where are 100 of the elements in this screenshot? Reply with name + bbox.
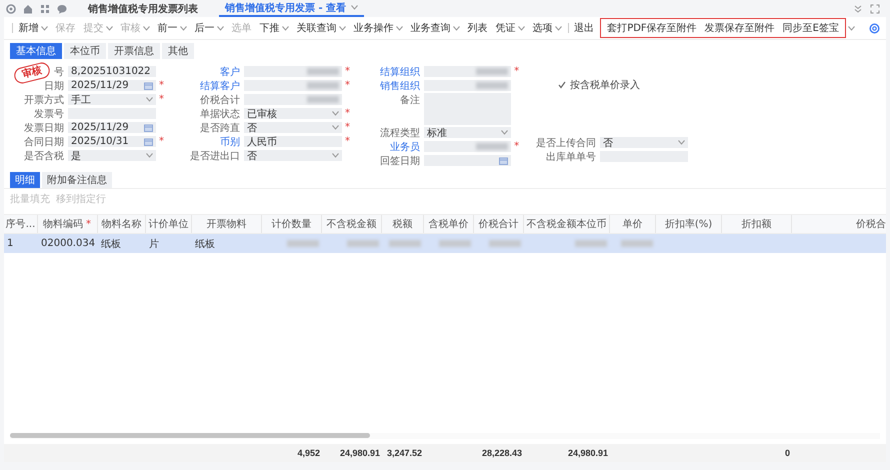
toolbar-button[interactable]: 新增 (14, 19, 52, 37)
field-label: 发票日期 (24, 122, 64, 134)
settings-icon[interactable] (869, 22, 880, 34)
input-field[interactable] (424, 66, 512, 77)
toolbar-button[interactable]: 下推 (256, 19, 293, 37)
caret-icon (396, 26, 403, 30)
field-label: 流程类型 (380, 126, 420, 140)
select-field[interactable]: 否 (600, 137, 688, 148)
checkbox-label: 按含税单价录入 (570, 78, 640, 92)
select-field[interactable]: 否 (244, 122, 342, 133)
field-label: 开票方式 (24, 94, 64, 106)
caret-icon (338, 26, 346, 30)
blurred-value (476, 68, 508, 75)
toolbar-button[interactable]: 套打PDF保存至附件 (603, 19, 701, 37)
table-cell-text: 纸板 (100, 238, 122, 252)
date-field[interactable] (424, 155, 512, 166)
blurred-value (476, 143, 508, 150)
caret-icon (216, 26, 224, 30)
required-mark: * (345, 66, 351, 77)
field-label: 是否上传合同 (536, 136, 596, 150)
column-header: 计价单位 (146, 215, 192, 233)
field-label: 出库单单号 (546, 150, 596, 164)
toolbar-button[interactable]: 退出 (570, 19, 598, 37)
caret-icon (554, 26, 562, 30)
date-field[interactable]: 2025/11/29 (68, 122, 156, 133)
apps-icon[interactable] (40, 4, 50, 14)
select-field[interactable]: 否 (244, 150, 342, 161)
column-header: 含税单价 (424, 215, 474, 233)
select-field[interactable]: 已审核 (244, 108, 342, 119)
table-cell-text: 1 (6, 237, 14, 251)
toolbar-button[interactable]: 同步至E签宝 (778, 19, 843, 37)
date-field[interactable]: 2025/10/31 (68, 136, 156, 147)
chevron-icon (848, 26, 855, 30)
toolbar-button[interactable]: 凭证 (492, 19, 529, 37)
required-mark: * (86, 218, 92, 230)
home-icon[interactable] (23, 4, 33, 14)
calendar-icon[interactable] (499, 156, 508, 164)
chat-icon[interactable] (57, 4, 67, 14)
form-tab[interactable]: 其他 (162, 43, 194, 59)
fullscreen-icon[interactable] (870, 4, 880, 14)
calendar-icon[interactable] (144, 82, 153, 90)
collapse-icon[interactable] (853, 4, 863, 14)
field-link[interactable]: 销售组织 (380, 78, 420, 92)
column-header: 计价数量 (262, 215, 322, 233)
column-header: 折扣率(%) (656, 215, 722, 233)
field-label: 合同日期 (24, 136, 64, 148)
required-mark: * (345, 136, 351, 147)
field-link[interactable]: 客户 (220, 64, 240, 78)
calendar-icon[interactable] (144, 124, 153, 132)
table-row[interactable]: 1 02000.034 纸板 片 纸板 (4, 234, 886, 253)
column-header: 价税合计 (474, 215, 524, 233)
input-field[interactable]: 人民币 (244, 136, 342, 147)
select-field[interactable]: 手工 (68, 94, 156, 105)
calendar-icon[interactable] (144, 138, 153, 146)
form-tab[interactable]: 本位币 (64, 43, 106, 59)
field-link[interactable]: 结算客户 (200, 78, 240, 92)
settings-icon[interactable] (6, 4, 16, 14)
input-field[interactable] (244, 66, 342, 77)
caret-icon (351, 5, 358, 10)
required-mark: * (159, 80, 165, 91)
toolbar-button[interactable]: 后一 (190, 19, 228, 37)
total-value: 3,247.52 (386, 447, 423, 460)
select-field[interactable]: 是 (68, 150, 156, 161)
field-link[interactable]: 业务员 (390, 140, 420, 154)
checkbox[interactable] (558, 80, 566, 88)
field-link[interactable]: 币别 (220, 134, 240, 148)
column-header: 序号... (4, 215, 38, 233)
caret-icon (332, 125, 339, 130)
scrollbar-thumb[interactable] (10, 433, 370, 438)
column-header: 开票物料 (192, 215, 262, 233)
input-field[interactable] (424, 141, 512, 152)
caret-icon (452, 26, 460, 30)
blurred-value (476, 82, 508, 89)
input-field[interactable]: 8,20251031022 (68, 66, 156, 77)
field-link[interactable]: 结算组织 (380, 64, 420, 78)
form-tab[interactable]: 基本信息 (10, 43, 62, 59)
page-tab[interactable]: 销售增值税专用发票列表 (82, 0, 204, 16)
toolbar-button[interactable]: 选项 (528, 19, 566, 37)
toolbar-button[interactable]: 发票保存至附件 (700, 19, 779, 37)
form-tab[interactable]: 开票信息 (108, 43, 160, 59)
blurred-value (307, 82, 339, 89)
toolbar-button[interactable]: 前一 (154, 19, 191, 37)
select-field[interactable]: 标准 (424, 127, 512, 138)
detail-tab[interactable]: 附加备注信息 (42, 172, 112, 188)
input-field[interactable] (244, 94, 342, 105)
toolbar-button[interactable]: 业务查询 (406, 19, 464, 37)
column-header: 税额 (382, 215, 424, 233)
date-field[interactable]: 2025/11/29 (68, 80, 156, 91)
input-field[interactable] (424, 80, 512, 91)
required-mark: * (514, 141, 520, 152)
caret-icon (518, 26, 525, 30)
blurred-value (439, 240, 471, 247)
total-value: 24,980.91 (566, 447, 609, 460)
toolbar-button[interactable]: 业务操作 (350, 19, 407, 37)
column-header: 折扣额 (722, 215, 792, 233)
column-header: 不含税金额 (322, 215, 382, 233)
toolbar-button[interactable]: 关联查询 (292, 19, 350, 37)
input-field[interactable] (244, 80, 342, 91)
toolbar-button[interactable]: 列表 (464, 19, 492, 37)
detail-tab[interactable]: 明细 (10, 172, 40, 188)
